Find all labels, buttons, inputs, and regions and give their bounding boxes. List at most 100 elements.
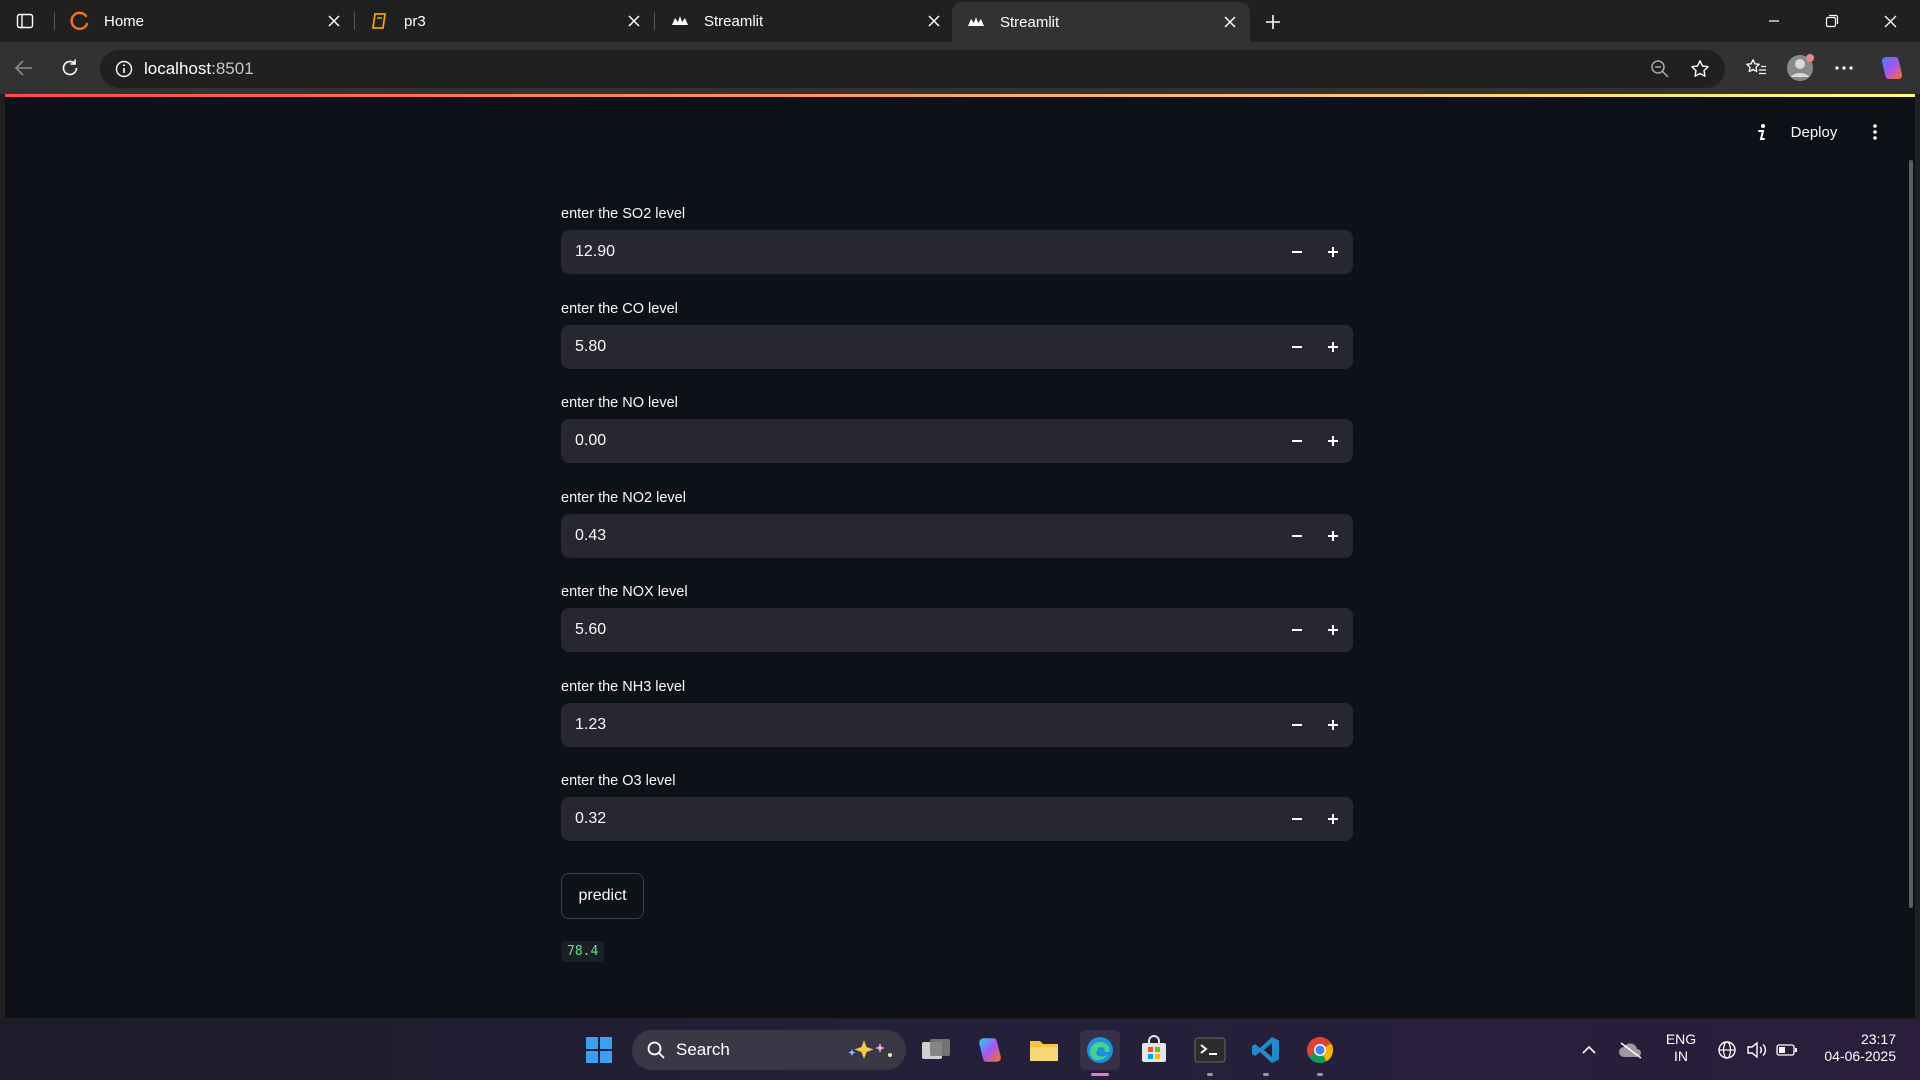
close-window-button[interactable] bbox=[1861, 0, 1919, 42]
favorite-star-icon[interactable] bbox=[1685, 54, 1715, 84]
avatar-icon bbox=[1787, 54, 1814, 81]
main-menu-button[interactable] bbox=[1863, 118, 1887, 146]
streamlit-crown-icon bbox=[966, 12, 986, 32]
minus-icon bbox=[1292, 440, 1302, 442]
number-input-value[interactable]: 0.43 bbox=[561, 527, 1279, 545]
number-input-value[interactable]: 12.90 bbox=[561, 243, 1279, 261]
folder-icon bbox=[1030, 1041, 1058, 1061]
terminal-button[interactable] bbox=[1190, 1030, 1230, 1076]
network-button[interactable] bbox=[1714, 1030, 1740, 1070]
info-icon[interactable] bbox=[104, 60, 144, 78]
show-hidden-icons-button[interactable] bbox=[1573, 1030, 1605, 1070]
close-icon[interactable] bbox=[1218, 10, 1242, 34]
decrement-button[interactable] bbox=[1279, 797, 1315, 841]
decrement-button[interactable] bbox=[1279, 325, 1315, 369]
copilot-taskbar-button[interactable] bbox=[970, 1030, 1010, 1070]
close-icon[interactable] bbox=[922, 9, 946, 33]
increment-button[interactable] bbox=[1315, 419, 1351, 463]
zoom-out-icon[interactable] bbox=[1645, 54, 1675, 84]
chrome-button[interactable] bbox=[1300, 1030, 1340, 1076]
so2-number-input: enter the SO2 level 12.90 bbox=[561, 204, 1353, 299]
battery-button[interactable] bbox=[1774, 1030, 1800, 1070]
browser-tab-strip: Home pr3 Streamlit Streamlit bbox=[0, 0, 1920, 42]
ellipsis-icon bbox=[1835, 66, 1853, 70]
status-running-icon bbox=[1749, 118, 1773, 146]
microsoft-store-button[interactable] bbox=[1134, 1030, 1174, 1070]
increment-button[interactable] bbox=[1315, 325, 1351, 369]
predict-button[interactable]: predict bbox=[561, 872, 644, 919]
taskbar: Search ENG IN 23:17 04-06-2025 bbox=[0, 1020, 1920, 1080]
back-button[interactable] bbox=[8, 52, 40, 84]
number-input: 0.43 bbox=[561, 513, 1353, 558]
restore-icon bbox=[1825, 14, 1839, 28]
tab-actions-menu-button[interactable] bbox=[10, 6, 40, 36]
copilot-button[interactable] bbox=[1876, 52, 1908, 84]
minus-icon bbox=[1292, 251, 1302, 253]
onedrive-button[interactable] bbox=[1613, 1030, 1649, 1070]
tab-pr3[interactable]: pr3 bbox=[356, 0, 654, 42]
minimize-button[interactable] bbox=[1745, 0, 1803, 42]
volume-button[interactable] bbox=[1744, 1030, 1770, 1070]
copilot-icon bbox=[1881, 57, 1903, 79]
file-explorer-button[interactable] bbox=[1024, 1030, 1064, 1070]
tab-streamlit-active[interactable]: Streamlit bbox=[952, 2, 1250, 42]
decrement-button[interactable] bbox=[1279, 703, 1315, 747]
close-icon[interactable] bbox=[322, 9, 346, 33]
number-input-value[interactable]: 0.32 bbox=[561, 810, 1279, 828]
close-icon[interactable] bbox=[622, 9, 646, 33]
deploy-button[interactable]: Deploy bbox=[1783, 118, 1845, 146]
plus-icon bbox=[1328, 530, 1338, 541]
increment-button[interactable] bbox=[1315, 703, 1351, 747]
search-label: Search bbox=[676, 1040, 730, 1059]
clock[interactable]: 23:17 04-06-2025 bbox=[1810, 1031, 1906, 1065]
settings-more-button[interactable] bbox=[1828, 52, 1860, 84]
globe-network-icon bbox=[1718, 1041, 1736, 1059]
address-bar[interactable]: localhost:8501 bbox=[100, 50, 1725, 88]
favorites-button[interactable] bbox=[1740, 52, 1772, 84]
speaker-icon bbox=[1747, 1041, 1767, 1059]
start-button[interactable] bbox=[579, 1030, 619, 1070]
number-input-value[interactable]: 0.00 bbox=[561, 432, 1279, 450]
new-tab-button[interactable] bbox=[1258, 7, 1288, 37]
region-code: IN bbox=[1674, 1048, 1688, 1064]
decrement-button[interactable] bbox=[1279, 230, 1315, 274]
field-label: enter the NOX level bbox=[561, 584, 688, 600]
tab-streamlit-1[interactable]: Streamlit bbox=[656, 0, 954, 42]
plus-icon bbox=[1266, 15, 1280, 29]
running-indicator bbox=[1263, 1073, 1269, 1076]
profile-button[interactable] bbox=[1784, 52, 1816, 84]
input-language-indicator[interactable]: ENG IN bbox=[1657, 1031, 1705, 1065]
nh3-number-input: enter the NH3 level 1.23 bbox=[561, 677, 1353, 772]
page-scrollbar[interactable] bbox=[1909, 160, 1913, 908]
taskbar-search-box[interactable]: Search bbox=[632, 1030, 906, 1070]
decrement-button[interactable] bbox=[1279, 419, 1315, 463]
cloud-offline-icon bbox=[1619, 1042, 1642, 1059]
edge-taskbar-button[interactable] bbox=[1080, 1030, 1120, 1076]
streamlit-crown-icon bbox=[670, 11, 690, 31]
tab-home[interactable]: Home bbox=[56, 0, 354, 42]
store-bag-icon bbox=[1142, 1035, 1166, 1062]
decrement-button[interactable] bbox=[1279, 514, 1315, 558]
increment-button[interactable] bbox=[1315, 230, 1351, 274]
prediction-result: 78.4 bbox=[561, 940, 605, 962]
increment-button[interactable] bbox=[1315, 514, 1351, 558]
reload-button[interactable] bbox=[54, 52, 86, 84]
search-icon bbox=[647, 1041, 665, 1059]
number-input-value[interactable]: 1.23 bbox=[561, 716, 1279, 734]
terminal-icon bbox=[1194, 1037, 1226, 1063]
sidebar-panel-icon bbox=[16, 13, 34, 29]
field-label: enter the NO level bbox=[561, 395, 678, 411]
decrement-button[interactable] bbox=[1279, 608, 1315, 652]
increment-button[interactable] bbox=[1315, 797, 1351, 841]
minus-icon bbox=[1292, 818, 1302, 820]
number-input-value[interactable]: 5.60 bbox=[561, 621, 1279, 639]
vscode-button[interactable] bbox=[1246, 1030, 1286, 1076]
task-view-button[interactable] bbox=[916, 1030, 956, 1070]
restore-button[interactable] bbox=[1803, 0, 1861, 42]
plus-icon bbox=[1328, 341, 1338, 352]
arrow-left-icon bbox=[14, 60, 32, 76]
number-input-value[interactable]: 5.80 bbox=[561, 338, 1279, 356]
increment-button[interactable] bbox=[1315, 608, 1351, 652]
active-indicator bbox=[1091, 1073, 1109, 1076]
windows-logo-icon bbox=[586, 1037, 612, 1063]
